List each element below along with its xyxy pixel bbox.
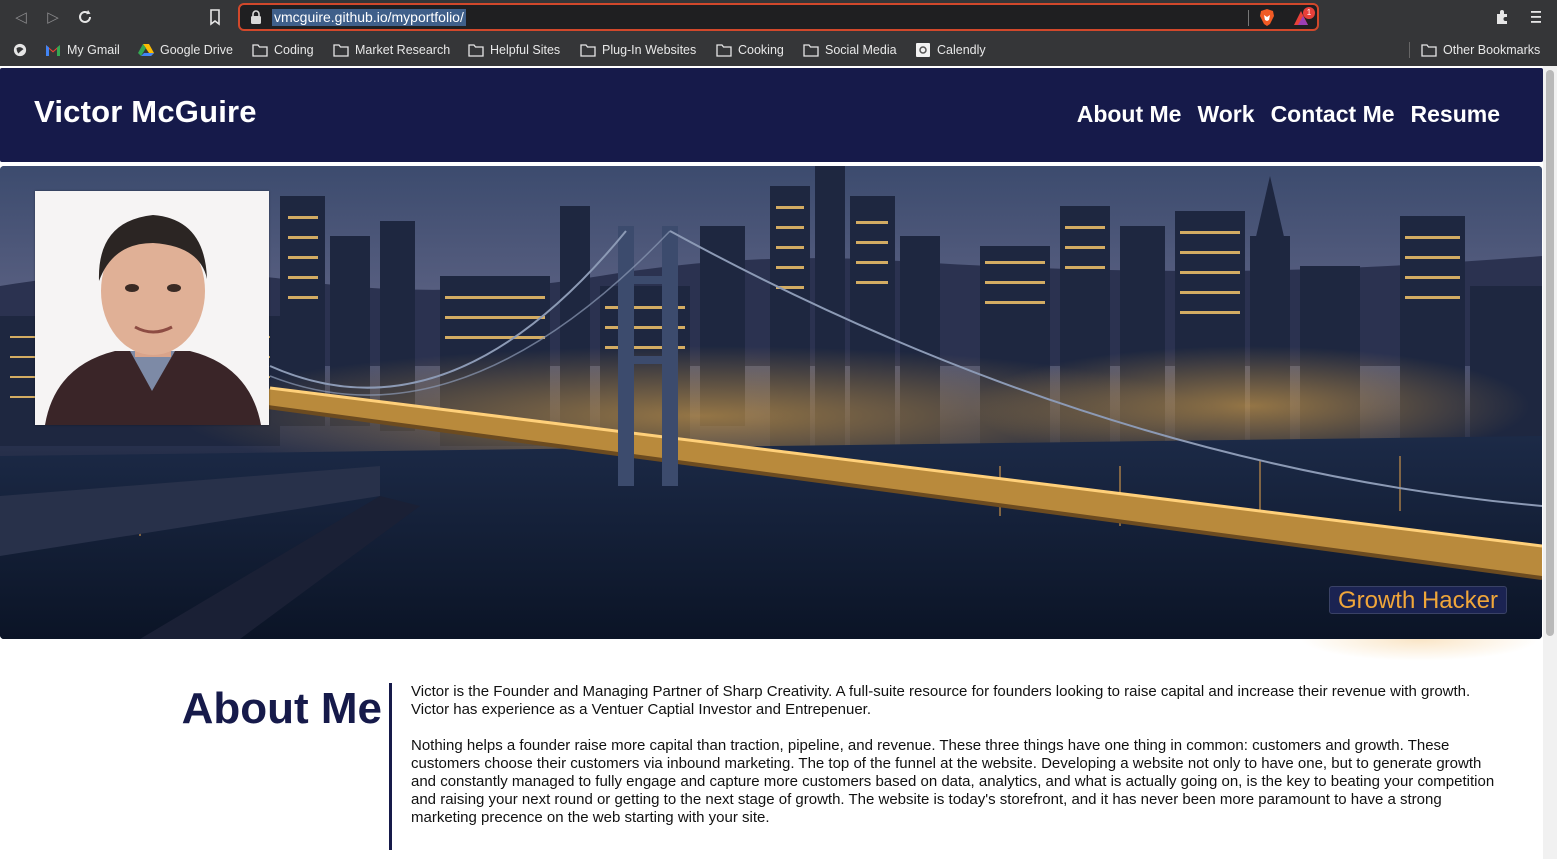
brave-shields-icon[interactable] — [1258, 8, 1276, 27]
site-title[interactable]: Victor McGuire — [34, 94, 257, 130]
brave-rewards-icon[interactable]: 1 — [1292, 7, 1315, 27]
bookmark-my-gmail[interactable]: My Gmail — [45, 41, 120, 59]
nav-work[interactable]: Work — [1197, 101, 1254, 128]
bookmark-label: Other Bookmarks — [1443, 43, 1541, 57]
decorative-glow — [1300, 639, 1540, 661]
folder-icon — [716, 44, 732, 57]
bookmark-icon[interactable] — [205, 7, 225, 27]
browser-toolbar: ◁ ▷ vmcguire.github.io/myportfolio/ 1 — [0, 0, 1557, 34]
scrollbar-thumb[interactable] — [1546, 70, 1554, 636]
bookmark-folder-social-media[interactable]: Social Media — [803, 41, 897, 59]
page-viewport: Victor McGuire About Me Work Contact Me … — [0, 66, 1557, 859]
bookmark-folder-market-research[interactable]: Market Research — [333, 41, 450, 59]
bookmark-folder-plug-in-websites[interactable]: Plug-In Websites — [580, 41, 696, 59]
page-scrollbar[interactable] — [1543, 66, 1557, 859]
folder-icon — [580, 44, 596, 57]
site-nav: About Me Work Contact Me Resume — [1077, 101, 1500, 128]
folder-icon — [1421, 44, 1437, 57]
rewards-badge: 1 — [1303, 7, 1315, 19]
url-text[interactable]: vmcguire.github.io/myportfolio/ — [272, 9, 466, 26]
divider — [1248, 10, 1249, 26]
nav-contact-me[interactable]: Contact Me — [1271, 101, 1395, 128]
google-drive-icon — [138, 44, 154, 56]
forward-icon[interactable]: ▷ — [43, 7, 63, 27]
about-paragraph: Nothing helps a founder raise more capit… — [411, 737, 1495, 826]
divider — [389, 683, 392, 850]
about-paragraph: Victor is the Founder and Managing Partn… — [411, 683, 1471, 718]
folder-icon — [468, 44, 484, 57]
folder-icon — [803, 44, 819, 57]
about-heading: About Me — [181, 684, 382, 733]
folder-icon — [333, 44, 349, 57]
reload-icon[interactable] — [75, 7, 95, 27]
bookmark-label: My Gmail — [67, 43, 120, 57]
bookmark-folder-coding[interactable]: Coding — [252, 41, 314, 59]
bookmark-label: Social Media — [825, 43, 897, 57]
apps-icon[interactable] — [12, 41, 28, 59]
nav-resume[interactable]: Resume — [1411, 101, 1500, 128]
nav-about-me[interactable]: About Me — [1077, 101, 1182, 128]
bookmark-folder-helpful-sites[interactable]: Helpful Sites — [468, 41, 560, 59]
site-header: Victor McGuire About Me Work Contact Me … — [0, 68, 1543, 162]
bookmark-calendly[interactable]: Calendly — [915, 41, 986, 59]
bookmarks-bar: My Gmail Google Drive Coding Market Rese… — [0, 34, 1557, 66]
bookmark-other-bookmarks[interactable]: Other Bookmarks — [1421, 41, 1540, 59]
bookmark-label: Market Research — [355, 43, 451, 57]
hero-banner: Growth Hacker — [0, 166, 1542, 639]
about-text: Victor is the Founder and Managing Partn… — [411, 683, 1501, 827]
tagline-badge: Growth Hacker — [1328, 586, 1507, 614]
bookmark-label: Coding — [274, 43, 314, 57]
divider — [1409, 42, 1410, 58]
bookmark-label: Google Drive — [160, 43, 233, 57]
gmail-icon — [46, 45, 60, 56]
bookmark-google-drive[interactable]: Google Drive — [138, 41, 233, 59]
bookmark-label: Plug-In Websites — [602, 43, 697, 57]
bookmark-label: Calendly — [937, 43, 986, 57]
menu-icon[interactable] — [1529, 8, 1543, 30]
folder-icon — [252, 44, 268, 57]
calendly-icon — [916, 43, 930, 57]
bookmark-label: Cooking — [738, 43, 784, 57]
extensions-icon[interactable] — [1494, 8, 1512, 30]
lock-icon — [251, 10, 261, 24]
bookmark-folder-cooking[interactable]: Cooking — [716, 41, 784, 59]
profile-photo — [35, 191, 269, 425]
bookmark-label: Helpful Sites — [490, 43, 561, 57]
back-icon[interactable]: ◁ — [11, 7, 31, 27]
address-bar[interactable]: vmcguire.github.io/myportfolio/ 1 — [238, 3, 1319, 31]
